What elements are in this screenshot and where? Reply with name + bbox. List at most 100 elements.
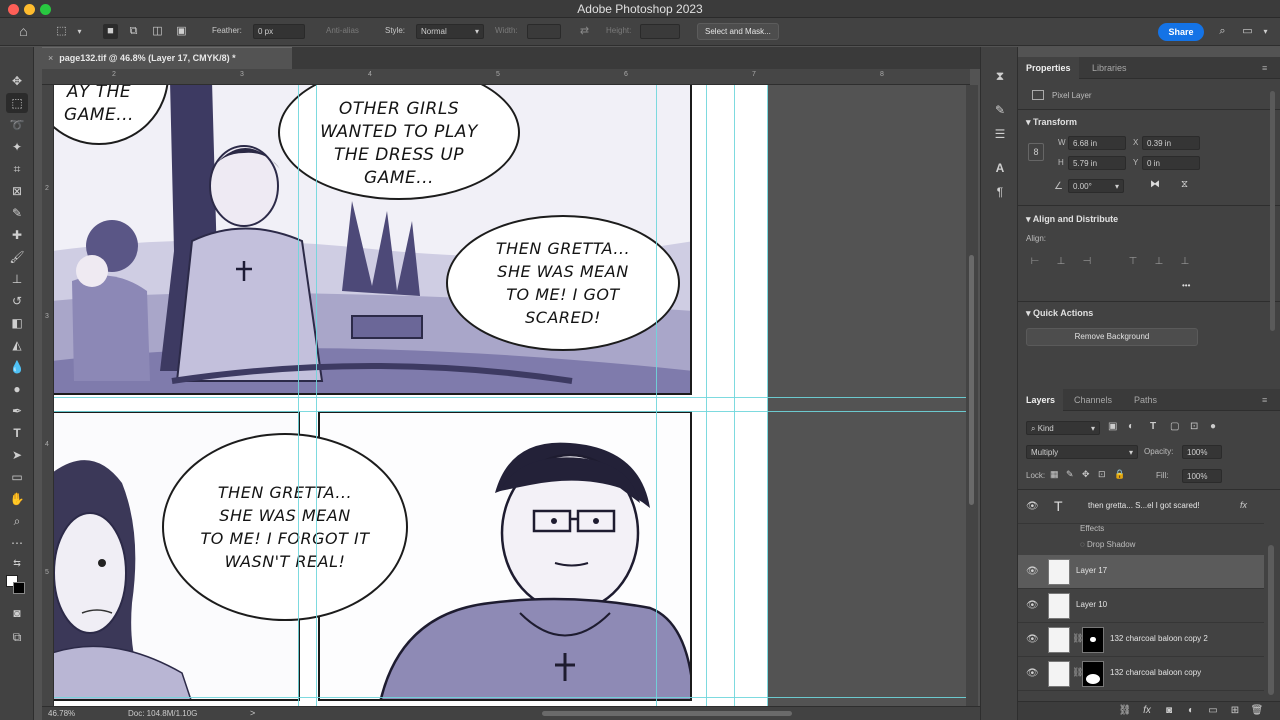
add-mask-icon[interactable]: ◙ — [1162, 705, 1176, 718]
blur-tool-icon[interactable]: 💧 — [6, 357, 28, 377]
fill-input[interactable]: 100% — [1182, 469, 1222, 483]
layers-panel-menu-icon[interactable]: ≡ — [1254, 389, 1275, 411]
workspace-icon[interactable]: ▭ — [1240, 24, 1255, 39]
layer-name[interactable]: 132 charcoal baloon copy — [1110, 668, 1201, 677]
align-right-icon[interactable]: ⊣ — [1080, 255, 1094, 269]
chevron-down-icon[interactable]: ▾ — [1258, 24, 1273, 39]
angle-input[interactable]: 0.00° ▾ — [1068, 179, 1124, 193]
layer-row-layer-10[interactable]: 👁 Layer 10 — [1018, 589, 1264, 623]
quick-mask-icon[interactable]: ◙ — [6, 603, 28, 623]
status-menu-arrow[interactable]: > — [250, 708, 255, 718]
lock-transparent-icon[interactable]: ▦ — [1050, 469, 1059, 480]
style-select[interactable]: Normal ▾ — [416, 24, 484, 39]
marquee-preset-icon[interactable]: ⬚ — [54, 24, 69, 39]
eyedropper-tool-icon[interactable]: ✎ — [6, 203, 28, 223]
swap-colors-icon[interactable]: ⇆ — [6, 553, 28, 573]
link-layers-icon[interactable]: ⛓ — [1118, 705, 1132, 718]
lock-position-icon[interactable]: ✥ — [1082, 469, 1090, 480]
fx-icon[interactable]: fx — [1240, 500, 1247, 510]
properties-scrollbar[interactable] — [1270, 91, 1275, 331]
delete-layer-icon[interactable]: 🗑 — [1250, 705, 1264, 718]
layer-row-balloon-copy[interactable]: 👁 ⛓ 132 charcoal baloon copy — [1018, 657, 1264, 691]
filter-smart-object-icon[interactable]: ⊡ — [1190, 421, 1198, 432]
remove-background-button[interactable]: Remove Background — [1026, 328, 1198, 346]
swap-width-height-icon[interactable]: ⇄ — [577, 24, 592, 39]
guide-vertical[interactable] — [706, 85, 707, 706]
guide-horizontal[interactable] — [54, 697, 968, 698]
more-options-icon[interactable]: ••• — [1182, 281, 1190, 290]
lock-artboard-icon[interactable]: ⊡ — [1098, 469, 1106, 480]
align-bottom-icon[interactable]: ⊥ — [1178, 255, 1192, 269]
visibility-eye-icon[interactable]: 👁 — [1026, 600, 1039, 612]
filter-adjustment-icon[interactable]: ◐ — [1128, 421, 1134, 432]
opacity-input[interactable]: 100% — [1182, 445, 1222, 459]
layer-name[interactable]: 132 charcoal baloon copy 2 — [1110, 634, 1208, 643]
tab-properties[interactable]: Properties — [1018, 57, 1079, 79]
vertical-scrollbar[interactable] — [966, 85, 978, 706]
document-tab[interactable]: × page132.tif @ 46.8% (Layer 17, CMYK/8) … — [42, 47, 292, 69]
link-dimensions-icon[interactable]: 8 — [1028, 143, 1044, 161]
feather-input[interactable]: 0 px — [253, 24, 305, 39]
tab-paths[interactable]: Paths — [1126, 389, 1165, 411]
lock-pixels-icon[interactable]: ✎ — [1066, 469, 1074, 480]
add-layer-style-icon[interactable]: fx — [1140, 705, 1154, 718]
visibility-eye-icon[interactable]: 👁 — [1026, 501, 1039, 513]
antialias-checkbox[interactable]: Anti-alias — [326, 26, 359, 35]
align-center-horizontal-icon[interactable]: ⊥ — [1054, 255, 1068, 269]
tab-libraries[interactable]: Libraries — [1084, 57, 1135, 79]
vertical-scroll-thumb[interactable] — [969, 255, 974, 505]
horizontal-scroll-thumb[interactable] — [542, 711, 792, 716]
home-icon[interactable]: ⌂ — [16, 24, 31, 39]
layer-name[interactable]: Layer 17 — [1076, 566, 1107, 575]
filter-pixel-icon[interactable]: ▣ — [1108, 421, 1117, 432]
search-icon[interactable]: ⌕ — [1215, 24, 1230, 39]
adjustments-icon[interactable]: ☰ — [991, 125, 1009, 143]
layer-filter-select[interactable]: ⌕ Kind ▾ — [1026, 421, 1100, 435]
width-input[interactable]: 6.68 in — [1068, 136, 1126, 150]
align-top-icon[interactable]: ⊤ — [1126, 255, 1140, 269]
tab-layers[interactable]: Layers — [1018, 389, 1064, 411]
chevron-down-icon[interactable]: ▾ — [72, 24, 87, 39]
blend-mode-select[interactable]: Multiply ▾ — [1026, 445, 1138, 459]
lasso-tool-icon[interactable]: ➰ — [6, 115, 28, 135]
new-selection-icon[interactable]: ■ — [103, 24, 118, 39]
filter-toggle-icon[interactable]: ● — [1210, 421, 1216, 432]
paragraph-panel-icon[interactable]: ¶ — [991, 183, 1009, 201]
clone-stamp-tool-icon[interactable]: ⊥ — [6, 269, 28, 289]
new-group-icon[interactable]: ▭ — [1206, 705, 1220, 718]
add-selection-icon[interactable]: ⧉ — [126, 24, 141, 39]
zoom-level[interactable]: 46.78% — [48, 709, 75, 718]
flip-vertical-icon[interactable]: ⧖ — [1181, 179, 1188, 190]
quick-actions-header[interactable]: ▾ Quick Actions — [1026, 308, 1093, 319]
intersect-selection-icon[interactable]: ▣ — [174, 24, 189, 39]
new-layer-icon[interactable]: ⊞ — [1228, 705, 1242, 718]
y-input[interactable]: 0 in — [1142, 156, 1200, 170]
layer-mask-thumbnail[interactable] — [1082, 627, 1104, 653]
guide-vertical[interactable] — [298, 85, 299, 706]
lock-all-icon[interactable]: 🔒 — [1114, 469, 1125, 480]
drop-shadow-effect[interactable]: ◌ Drop Shadow — [1080, 540, 1135, 549]
layer-row-balloon-copy-2[interactable]: 👁 ⛓ 132 charcoal baloon copy 2 — [1018, 623, 1264, 657]
vertical-ruler[interactable]: 2 3 4 5 — [42, 85, 54, 706]
paint-bucket-tool-icon[interactable]: ◭ — [6, 335, 28, 355]
comic-page[interactable]: AY THE GAME... OTHER GIRLS WANTED TO PLA… — [54, 85, 768, 706]
visibility-eye-icon[interactable]: 👁 — [1026, 566, 1039, 578]
effect-visibility-icon[interactable]: ◌ — [1080, 540, 1087, 549]
layers-scrollbar[interactable] — [1268, 545, 1274, 695]
filter-shape-icon[interactable]: ▢ — [1170, 421, 1179, 432]
layer-name[interactable]: then gretta... S...el I got scared! — [1088, 501, 1200, 510]
background-color-swatch[interactable] — [13, 582, 25, 594]
crop-tool-icon[interactable]: ⌗ — [6, 159, 28, 179]
height-input[interactable] — [640, 24, 680, 39]
layer-row-layer-17[interactable]: 👁 Layer 17 — [1018, 555, 1264, 589]
screen-mode-icon[interactable]: ⧉ — [6, 627, 28, 647]
canvas-area[interactable]: AY THE GAME... OTHER GIRLS WANTED TO PLA… — [54, 85, 968, 706]
select-and-mask-button[interactable]: Select and Mask... — [697, 23, 779, 40]
brush-tool-icon[interactable]: 🖌 — [6, 247, 28, 267]
subtract-selection-icon[interactable]: ◫ — [150, 24, 165, 39]
height-input[interactable]: 5.79 in — [1068, 156, 1126, 170]
type-tool-icon[interactable]: T — [6, 423, 28, 443]
hand-tool-icon[interactable]: ✋ — [6, 489, 28, 509]
new-adjustment-layer-icon[interactable]: ◐ — [1184, 705, 1198, 718]
guide-vertical[interactable] — [767, 85, 768, 706]
